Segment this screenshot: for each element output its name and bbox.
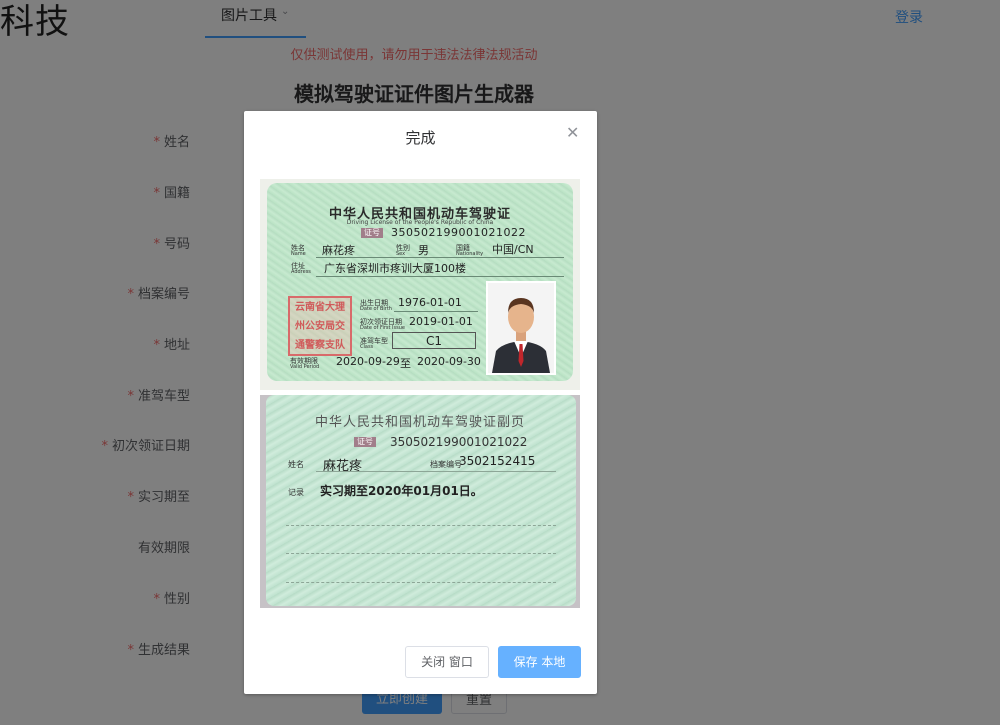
license-birth-date: 1976-01-01 <box>398 296 462 309</box>
license-name: 麻花疼 <box>322 244 355 257</box>
license-front-subtitle: Driving License of the People's Republic… <box>346 219 494 226</box>
class-key-en: Class <box>360 344 374 350</box>
result-dialog: 完成 ✕ 中华人民共和国机动车驾驶证 Driving License of th… <box>244 111 597 694</box>
license-file-number: 3502152415 <box>459 454 536 468</box>
license-valid-to: 2020-09-30 <box>417 355 481 368</box>
license-valid-from: 2020-09-29 <box>336 355 400 368</box>
close-window-button[interactable]: 关闭 窗口 <box>405 646 489 678</box>
back-name-key: 姓名 <box>288 460 304 469</box>
license-back-number: 350502199001021022 <box>390 435 528 449</box>
license-number: 350502199001021022 <box>391 226 526 239</box>
license-back-image: 中华人民共和国机动车驾驶证副页 证号 350502199001021022 姓名… <box>260 395 580 608</box>
file-number-key: 档案编号 <box>430 460 462 469</box>
name-key-en: Name <box>291 251 306 257</box>
license-record: 实习期至2020年01月01日。 <box>320 484 483 498</box>
birth-key-en: Date of Birth <box>360 306 392 312</box>
license-class: C1 <box>392 332 476 349</box>
license-back-number-tag: 证号 <box>354 437 376 447</box>
address-key-en: Address <box>291 269 311 275</box>
portrait-photo <box>486 281 556 375</box>
first-issue-key-en: Date of First Issue <box>360 325 405 331</box>
valid-key-en: Valid Period <box>290 364 320 370</box>
close-icon[interactable]: ✕ <box>566 125 579 141</box>
record-key: 记录 <box>288 488 304 497</box>
license-valid-to-word: 至 <box>400 357 411 370</box>
save-local-button[interactable]: 保存 本地 <box>498 646 581 678</box>
license-address: 广东省深圳市疼训大厦100楼 <box>324 262 466 275</box>
license-back-title: 中华人民共和国机动车驾驶证副页 <box>314 415 525 430</box>
license-number-tag: 证号 <box>361 228 383 238</box>
license-front-image: 中华人民共和国机动车驾驶证 Driving License of the Peo… <box>260 179 580 390</box>
license-sex: 男 <box>418 244 429 257</box>
license-first-issue-date: 2019-01-01 <box>409 315 473 328</box>
license-nationality: 中国/CN <box>492 243 534 256</box>
issuing-authority-stamp: 云南省大理 州公安局交 通警察支队 <box>288 296 352 356</box>
dialog-title: 完成 <box>405 129 436 147</box>
